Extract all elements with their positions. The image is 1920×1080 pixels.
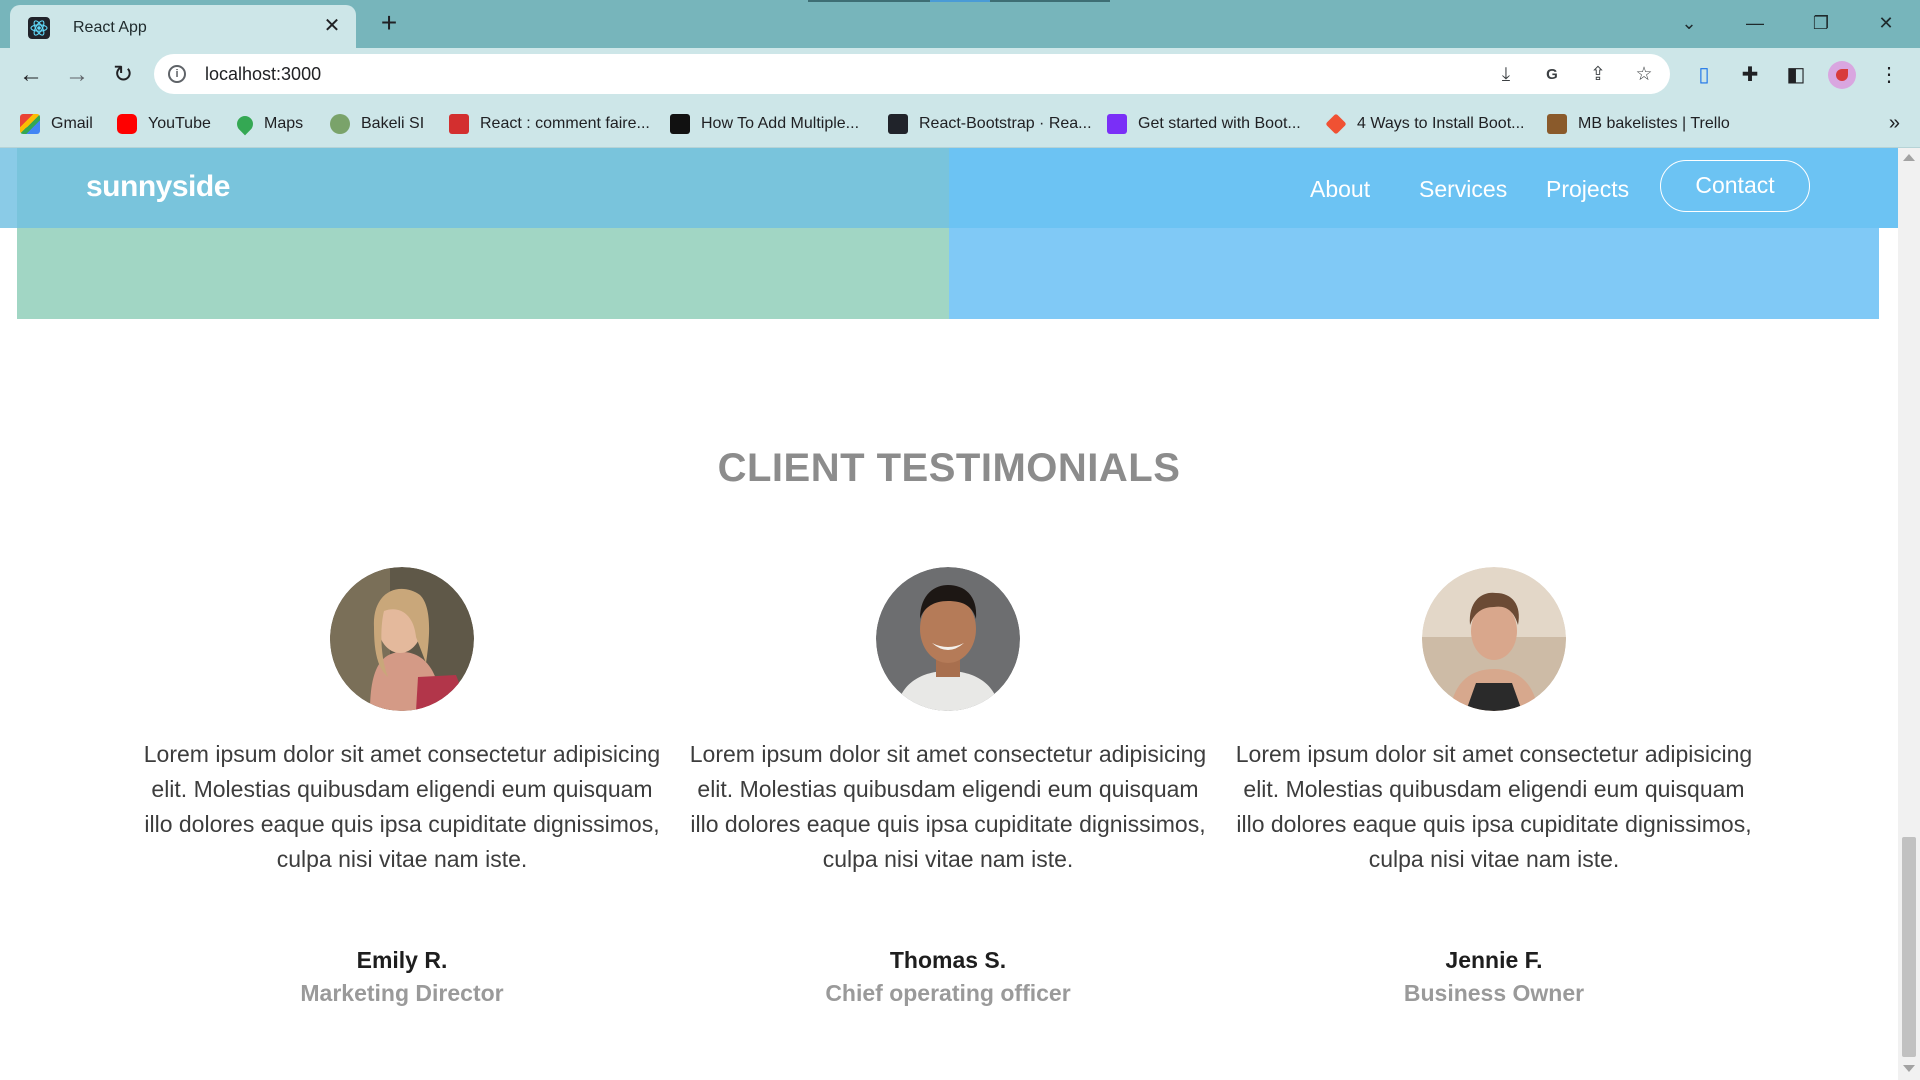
tab-search-chevron-icon[interactable]: ⌄ bbox=[1669, 8, 1709, 38]
more-bookmarks-chevron-icon[interactable]: » bbox=[1889, 112, 1900, 135]
tab-strip: React App ✕ + ⌄ — ❐ ✕ bbox=[0, 0, 1920, 49]
bookmark-label: 4 Ways to Install Boot... bbox=[1357, 115, 1525, 132]
address-bar[interactable]: i localhost:3000 ⤓ G ⇪ ☆ bbox=[154, 54, 1670, 94]
bookmark-react-comment[interactable]: React : comment faire... bbox=[449, 111, 650, 137]
tab-title: React App bbox=[73, 19, 147, 36]
share-icon[interactable]: ⇪ bbox=[1586, 63, 1610, 87]
testimonials-title: CLIENT TESTIMONIALS bbox=[717, 446, 1181, 490]
side-panel-icon[interactable]: ◧ bbox=[1781, 60, 1811, 90]
testimonial-quote: Lorem ipsum dolor sit amet consectetur a… bbox=[689, 741, 1207, 872]
restore-window-icon[interactable]: ❐ bbox=[1801, 8, 1841, 38]
bookmark-label: MB bakelistes | Trello bbox=[1578, 115, 1730, 132]
extensions-puzzle-icon[interactable]: ✚ bbox=[1735, 60, 1765, 90]
forward-arrow-icon[interactable]: → bbox=[62, 60, 92, 90]
nav-link-services[interactable]: Services bbox=[1419, 176, 1507, 203]
nav-link-projects[interactable]: Projects bbox=[1546, 176, 1629, 203]
minimize-icon[interactable]: — bbox=[1735, 8, 1775, 38]
bookmark-bootstrap[interactable]: Get started with Boot... bbox=[1107, 111, 1301, 137]
site-header: sunnyside About Services Projects Contac… bbox=[0, 148, 1898, 228]
bookmark-star-icon[interactable]: ☆ bbox=[1632, 63, 1656, 87]
bookmark-add-multiple[interactable]: How To Add Multiple... bbox=[670, 111, 859, 137]
client-role: Business Owner bbox=[1403, 980, 1585, 1006]
reload-icon[interactable]: ↻ bbox=[108, 60, 138, 90]
bookmark-label: Get started with Boot... bbox=[1138, 115, 1301, 132]
bookmark-trello[interactable]: MB bakelistes | Trello bbox=[1547, 111, 1730, 137]
url-text[interactable]: localhost:3000 bbox=[205, 64, 321, 85]
bookmark-label: Gmail bbox=[51, 115, 93, 132]
scrollbar-thumb[interactable] bbox=[1902, 837, 1916, 1057]
bookmark-label: Bakeli SI bbox=[361, 115, 425, 132]
bakeli-icon bbox=[330, 114, 350, 134]
browser-toolbar: ← → ↻ i localhost:3000 ⤓ G ⇪ ☆ ▯ ✚ ◧ ⋮ bbox=[0, 48, 1920, 102]
testimonial-card: Lorem ipsum dolor sit amet consectetur a… bbox=[683, 567, 1213, 1007]
bookmark-maps[interactable]: Maps bbox=[233, 111, 304, 137]
client-name: Thomas S. bbox=[889, 947, 1007, 973]
scroll-up-arrow-icon[interactable] bbox=[1903, 154, 1915, 161]
reading-list-icon[interactable]: ▯ bbox=[1689, 60, 1719, 90]
page-viewport: sunnyside About Services Projects Contac… bbox=[0, 148, 1898, 1080]
close-window-icon[interactable]: ✕ bbox=[1866, 8, 1906, 38]
bookmark-label: Maps bbox=[264, 115, 304, 132]
back-arrow-icon[interactable]: ← bbox=[16, 60, 46, 90]
contact-button[interactable]: Contact bbox=[1660, 160, 1810, 212]
bookmark-label: React : comment faire... bbox=[480, 115, 650, 132]
client-role: Marketing Director bbox=[300, 980, 504, 1006]
translate-icon[interactable]: G bbox=[1540, 63, 1564, 87]
article-icon bbox=[670, 114, 690, 134]
trello-icon bbox=[1547, 114, 1567, 134]
react-bootstrap-icon bbox=[888, 114, 908, 134]
bookmark-youtube[interactable]: YouTube bbox=[117, 111, 211, 137]
bookmark-install-boot[interactable]: 4 Ways to Install Boot... bbox=[1325, 111, 1525, 137]
page-scrollbar[interactable] bbox=[1898, 148, 1920, 1080]
client-photo-jennie bbox=[1422, 567, 1566, 711]
bookmark-bakeli-si[interactable]: Bakeli SI bbox=[330, 111, 424, 137]
git-diamond-icon bbox=[1325, 113, 1347, 135]
bootstrap-icon bbox=[1107, 114, 1127, 134]
nav-link-about[interactable]: About bbox=[1310, 176, 1370, 203]
testimonial-quote: Lorem ipsum dolor sit amet consectetur a… bbox=[1235, 741, 1753, 872]
bookmark-label: How To Add Multiple... bbox=[701, 115, 860, 132]
react-logo-icon bbox=[28, 17, 50, 39]
bookmark-label: YouTube bbox=[148, 115, 211, 132]
profile-avatar[interactable] bbox=[1828, 61, 1856, 89]
gmail-icon bbox=[20, 114, 40, 134]
client-photo-thomas bbox=[876, 567, 1020, 711]
testimonial-card: Lorem ipsum dolor sit amet consectetur a… bbox=[1229, 567, 1759, 1007]
scroll-down-arrow-icon[interactable] bbox=[1903, 1065, 1915, 1072]
youtube-icon bbox=[117, 114, 137, 134]
journal-icon bbox=[449, 114, 469, 134]
bookmark-label: React-Bootstrap · Rea... bbox=[919, 115, 1092, 132]
testimonial-quote: Lorem ipsum dolor sit amet consectetur a… bbox=[143, 741, 661, 872]
new-tab-plus-icon[interactable]: + bbox=[375, 9, 403, 38]
client-photo-emily bbox=[330, 567, 474, 711]
bookmark-gmail[interactable]: Gmail bbox=[20, 111, 93, 137]
client-name: Jennie F. bbox=[1445, 947, 1543, 973]
site-logo[interactable]: sunnyside bbox=[86, 170, 230, 204]
tab-strip-accent-highlight bbox=[930, 0, 990, 2]
browser-tab-react-app[interactable]: React App ✕ bbox=[10, 5, 356, 49]
browser-menu-icon[interactable]: ⋮ bbox=[1874, 60, 1904, 90]
bookmark-react-bootstrap[interactable]: React-Bootstrap · Rea... bbox=[888, 111, 1092, 137]
bookmarks-bar: Gmail YouTube Maps Bakeli SI React : com… bbox=[0, 102, 1920, 148]
site-info-icon[interactable]: i bbox=[168, 65, 186, 83]
install-app-icon[interactable]: ⤓ bbox=[1494, 63, 1518, 87]
client-role: Chief operating officer bbox=[825, 980, 1071, 1006]
client-name: Emily R. bbox=[356, 947, 448, 973]
maps-pin-icon bbox=[233, 112, 257, 136]
close-tab-icon[interactable]: ✕ bbox=[320, 14, 344, 38]
testimonial-card: Lorem ipsum dolor sit amet consectetur a… bbox=[137, 567, 667, 1007]
